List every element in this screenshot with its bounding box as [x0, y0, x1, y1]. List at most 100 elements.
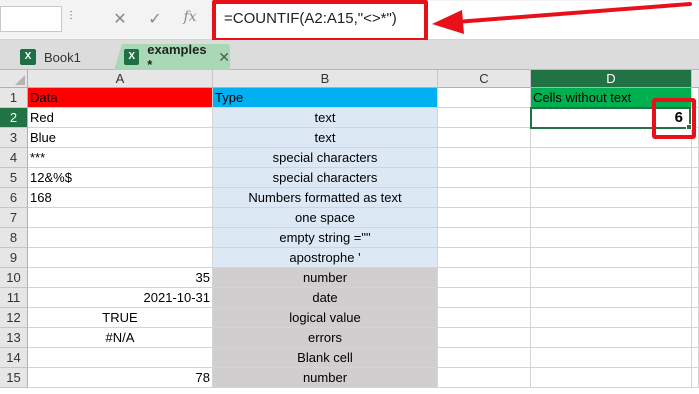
column-header-a[interactable]: A: [28, 70, 213, 88]
cell-d12[interactable]: [531, 308, 692, 328]
cell-a15[interactable]: 78: [28, 368, 213, 388]
cell-a14[interactable]: [28, 348, 213, 368]
cell-b5[interactable]: special characters: [213, 168, 438, 188]
workbook-tab-bar: X Book1 X examples * ✕: [0, 40, 699, 70]
cell-b8[interactable]: empty string ="": [213, 228, 438, 248]
cell-a11[interactable]: 2021-10-31: [28, 288, 213, 308]
cell-e5[interactable]: [692, 168, 699, 188]
cell-d9[interactable]: [531, 248, 692, 268]
cell-b13[interactable]: errors: [213, 328, 438, 348]
column-header-e[interactable]: [692, 70, 699, 88]
tab-book1[interactable]: X Book1: [14, 44, 116, 70]
cell-b11[interactable]: date: [213, 288, 438, 308]
cell-d13[interactable]: [531, 328, 692, 348]
cell-b4[interactable]: special characters: [213, 148, 438, 168]
row-header[interactable]: 11: [0, 288, 28, 308]
cell-c13[interactable]: [438, 328, 531, 348]
row-header[interactable]: 13: [0, 328, 28, 348]
cell-c9[interactable]: [438, 248, 531, 268]
cell-e7[interactable]: [692, 208, 699, 228]
insert-function-icon[interactable]: fx: [180, 9, 200, 25]
cell-e15[interactable]: [692, 368, 699, 388]
cell-d10[interactable]: [531, 268, 692, 288]
tab-examples[interactable]: X examples * ✕: [114, 44, 230, 70]
cell-c10[interactable]: [438, 268, 531, 288]
row-header[interactable]: 8: [0, 228, 28, 248]
cell-b7[interactable]: one space: [213, 208, 438, 228]
cell-a2[interactable]: Red: [28, 108, 213, 128]
row-header[interactable]: 2: [0, 108, 28, 128]
cell-b6[interactable]: Numbers formatted as text: [213, 188, 438, 208]
cell-d4[interactable]: [531, 148, 692, 168]
cell-c7[interactable]: [438, 208, 531, 228]
column-header-d[interactable]: D: [531, 70, 692, 88]
cell-a12[interactable]: TRUE: [28, 308, 213, 328]
cell-c8[interactable]: [438, 228, 531, 248]
cell-b1[interactable]: Type: [213, 88, 438, 108]
cell-e12[interactable]: [692, 308, 699, 328]
cell-d8[interactable]: [531, 228, 692, 248]
cell-c1[interactable]: [438, 88, 531, 108]
name-box-dropdown-icon[interactable]: ⋮: [66, 10, 76, 21]
cell-b10[interactable]: number: [213, 268, 438, 288]
cell-a5[interactable]: 12&%$: [28, 168, 213, 188]
cell-d14[interactable]: [531, 348, 692, 368]
select-all-button[interactable]: [0, 70, 28, 88]
cell-e9[interactable]: [692, 248, 699, 268]
cell-a8[interactable]: [28, 228, 213, 248]
row-header[interactable]: 9: [0, 248, 28, 268]
cell-c6[interactable]: [438, 188, 531, 208]
cell-a6[interactable]: 168: [28, 188, 213, 208]
cell-d11[interactable]: [531, 288, 692, 308]
row-header[interactable]: 5: [0, 168, 28, 188]
row-header[interactable]: 4: [0, 148, 28, 168]
cell-e4[interactable]: [692, 148, 699, 168]
cell-e10[interactable]: [692, 268, 699, 288]
cell-b14[interactable]: Blank cell: [213, 348, 438, 368]
cell-a10[interactable]: 35: [28, 268, 213, 288]
cell-a3[interactable]: Blue: [28, 128, 213, 148]
cancel-icon[interactable]: ✕: [110, 9, 130, 29]
cell-e6[interactable]: [692, 188, 699, 208]
cell-b9[interactable]: apostrophe ': [213, 248, 438, 268]
cell-a4[interactable]: ***: [28, 148, 213, 168]
cell-a9[interactable]: [28, 248, 213, 268]
row-header[interactable]: 3: [0, 128, 28, 148]
row-header[interactable]: 6: [0, 188, 28, 208]
annotation-arrow-icon: [432, 2, 692, 34]
row-header[interactable]: 1: [0, 88, 28, 108]
cell-c11[interactable]: [438, 288, 531, 308]
cell-e14[interactable]: [692, 348, 699, 368]
cell-a7[interactable]: [28, 208, 213, 228]
cell-a1[interactable]: Data: [28, 88, 213, 108]
cell-c12[interactable]: [438, 308, 531, 328]
column-header-b[interactable]: B: [213, 70, 438, 88]
row-header[interactable]: 15: [0, 368, 28, 388]
cell-e8[interactable]: [692, 228, 699, 248]
cell-e11[interactable]: [692, 288, 699, 308]
row-header[interactable]: 14: [0, 348, 28, 368]
cell-c14[interactable]: [438, 348, 531, 368]
row-header[interactable]: 10: [0, 268, 28, 288]
check-icon[interactable]: ✓: [145, 9, 165, 29]
cell-c4[interactable]: [438, 148, 531, 168]
row-header[interactable]: 12: [0, 308, 28, 328]
cell-d15[interactable]: [531, 368, 692, 388]
cell-a13[interactable]: #N/A: [28, 328, 213, 348]
cell-d5[interactable]: [531, 168, 692, 188]
cell-e13[interactable]: [692, 328, 699, 348]
cell-b2[interactable]: text: [213, 108, 438, 128]
cell-c3[interactable]: [438, 128, 531, 148]
cell-d7[interactable]: [531, 208, 692, 228]
cell-b12[interactable]: logical value: [213, 308, 438, 328]
cell-c15[interactable]: [438, 368, 531, 388]
cell-b3[interactable]: text: [213, 128, 438, 148]
column-header-c[interactable]: C: [438, 70, 531, 88]
cell-c2[interactable]: [438, 108, 531, 128]
close-tab-icon[interactable]: ✕: [218, 49, 230, 66]
cell-c5[interactable]: [438, 168, 531, 188]
cell-d6[interactable]: [531, 188, 692, 208]
row-header[interactable]: 7: [0, 208, 28, 228]
cell-b15[interactable]: number: [213, 368, 438, 388]
name-box[interactable]: [0, 6, 62, 32]
